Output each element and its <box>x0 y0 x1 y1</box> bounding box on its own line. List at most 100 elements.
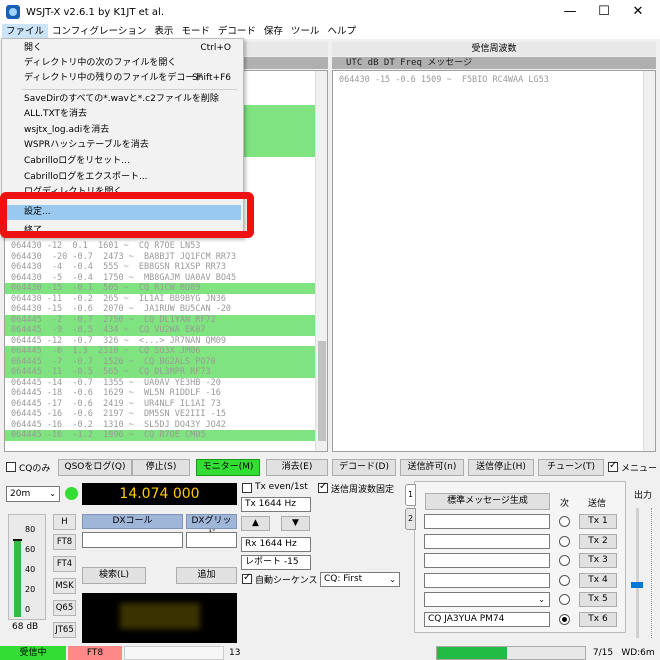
menu-help[interactable]: ヘルプ <box>323 24 360 39</box>
decode-row[interactable]: 064430 -15 -0.1 505 ~ CQ R1CW BO89 <box>5 283 327 294</box>
mode-button-q65[interactable]: Q65 <box>53 600 76 616</box>
decode-row[interactable]: 064430 -11 -0.2 265 ~ IL1AI BB9BYG JN36 <box>5 294 327 305</box>
rx-frequency-pane[interactable]: 064430 -15 -0.6 1509 ~ F5BIO RC4WAA LG53 <box>332 70 656 452</box>
progress-text: 7/15 <box>592 648 614 658</box>
menu-item-open[interactable]: 開く Ctrl+O <box>2 41 243 56</box>
band-activity-scrollbar[interactable] <box>315 71 327 451</box>
gen-std-msgs-button[interactable]: 標準メッセージ生成 <box>425 493 550 510</box>
mode-button-ft8[interactable]: FT8 <box>53 534 76 550</box>
menu-decode[interactable]: デコード <box>214 24 260 39</box>
decode-row[interactable]: 064430 -15 -0.6 2070 ~ JA1RUW BU5CAN -20 <box>5 304 327 315</box>
hold-tx-freq-checkbox[interactable] <box>318 481 328 493</box>
mode-button-msk[interactable]: MSK <box>53 578 76 594</box>
menu-item-erase-wspr-hash[interactable]: WSPRハッシュテーブルを消去 <box>2 138 243 153</box>
menus-checkbox[interactable] <box>608 460 618 472</box>
close-icon[interactable]: ✕ <box>620 0 656 24</box>
power-slider[interactable] <box>636 508 639 638</box>
tx4-message-input[interactable] <box>424 572 550 588</box>
tx1-next-radio[interactable] <box>559 516 570 527</box>
lookup-button[interactable]: 検索(L) <box>82 567 146 584</box>
tx2-button[interactable]: Tx 2 <box>579 533 617 549</box>
minimize-icon[interactable]: — <box>552 0 588 24</box>
menu-mode[interactable]: モード <box>177 24 214 39</box>
cq-only-checkbox[interactable] <box>6 462 16 472</box>
menu-save[interactable]: 保存 <box>260 24 287 39</box>
tx4-next-radio[interactable] <box>559 574 570 586</box>
power-slider-handle[interactable] <box>631 582 643 588</box>
decode-row[interactable]: 064430 -12 0.1 1601 ~ CQ R7OE LN53 <box>5 241 327 252</box>
tx3-next-radio[interactable] <box>559 555 570 566</box>
decode-row[interactable]: 064445 -11 -0.5 565 ~ CQ DL3MPR RF73 <box>5 367 327 378</box>
tx6-button[interactable]: Tx 6 <box>579 611 617 627</box>
tx-freq-spinbox[interactable]: Tx 1644 Hz <box>241 497 311 512</box>
tx4-button[interactable]: Tx 4 <box>579 572 617 588</box>
mode-button-jt65[interactable]: JT65 <box>53 622 76 638</box>
tx1-message-input[interactable] <box>424 514 550 529</box>
tx-to-rx-button[interactable]: ▲ <box>241 516 270 531</box>
menu-item-erase-all-txt[interactable]: ALL.TXTを消去 <box>2 107 243 122</box>
mode-button-h[interactable]: H <box>53 514 76 530</box>
decode-row[interactable]: 064445 -16 -0.6 2197 ~ DM5SN VE2III -15 <box>5 409 327 420</box>
tx5-next-radio[interactable] <box>559 594 570 605</box>
tx5-message-input[interactable]: ⌄ <box>424 592 550 607</box>
decode-row[interactable]: 064445 -14 -0.7 1355 ~ UA0AV YE3HB -20 <box>5 378 327 389</box>
tx5-button[interactable]: Tx 5 <box>579 592 617 607</box>
tx3-button[interactable]: Tx 3 <box>579 553 617 568</box>
decode-count: 13 <box>229 648 241 658</box>
report-spinbox[interactable]: レポート -15 <box>241 555 311 570</box>
decode-row[interactable]: 064445 -16 -1.2 1996 ~ CQ R7OE CM05 <box>5 430 327 441</box>
decode-row[interactable]: 064445 -2 -0.7 2750 ~ CQ DL1YAN RF72 <box>5 314 327 325</box>
tx-even-checkbox[interactable] <box>242 483 252 493</box>
tx6-next-radio[interactable] <box>559 613 570 625</box>
decode-row[interactable]: 064445 -17 -0.6 2419 ~ UR4NLF IL1AI 73 <box>5 399 327 410</box>
tx1-button[interactable]: Tx 1 <box>579 514 617 529</box>
decode-button[interactable]: デコード(D) <box>332 459 396 476</box>
tune-button[interactable]: チューン(T) <box>538 459 604 476</box>
rx-to-tx-button[interactable]: ▼ <box>281 516 310 531</box>
decode-row[interactable]: 064445 -7 -0.7 1526 ~ CQ BG2ALS PO70 <box>5 356 327 367</box>
mode-button-ft4[interactable]: FT4 <box>53 556 76 572</box>
tab-1[interactable]: 1 <box>405 484 416 506</box>
dx-call-label: DXコール <box>82 514 183 529</box>
decode-row[interactable]: 064445 -12 -0.7 326 ~ <...> JR7NAN QM09 <box>5 336 327 347</box>
menu-item-delete-wav[interactable]: SaveDirのすべての*.wavと*.c2ファイルを削除 <box>2 92 243 107</box>
decode-row[interactable]: 064430 -20 -0.7 2473 ~ BA8BJT JQ1FCM RR7… <box>5 252 327 263</box>
tx2-next-radio[interactable] <box>559 535 570 547</box>
monitor-button[interactable]: モニター(M) <box>196 459 260 476</box>
erase-button[interactable]: 消去(E) <box>266 459 328 476</box>
decode-row[interactable]: 064445 -18 -0.6 1629 ~ WL5N R1DDLF -16 <box>5 388 327 399</box>
maximize-icon[interactable]: ☐ <box>586 0 622 24</box>
decode-row[interactable]: 064445 -16 -0.2 1310 ~ SL5DJ DO43Y JO42 <box>5 420 327 431</box>
enable-tx-button[interactable]: 送信許可(n) <box>400 459 464 476</box>
add-button[interactable]: 追加 <box>176 567 237 584</box>
dx-grid-input[interactable] <box>186 532 237 548</box>
menu-item-decode-remaining[interactable]: ディレクトリ中の残りのファイルをデコード Shift+F6 <box>2 71 243 86</box>
rx-frequency-scrollbar[interactable] <box>643 71 655 451</box>
cq-mode-select[interactable]: CQ: First ⌄ <box>320 572 400 587</box>
decode-row[interactable]: 064445 -6 1.3 2310 ~ CQ SO3X JM06 <box>5 346 327 357</box>
menu-configuration[interactable]: コンフィグレーション <box>48 24 150 39</box>
rx-freq-spinbox[interactable]: Rx 1644 Hz <box>241 537 311 552</box>
decode-row[interactable]: 064445 -9 -0.5 434 ~ CQ VU2WA EK07 <box>5 325 327 336</box>
stop-button[interactable]: 停止(S) <box>132 459 190 476</box>
menu-file[interactable]: ファイル <box>2 24 49 39</box>
menu-item-reset-cabrillo[interactable]: Cabrilloログをリセット... <box>2 154 243 169</box>
dx-call-input[interactable] <box>82 532 183 548</box>
halt-tx-button[interactable]: 送信停止(H) <box>468 459 534 476</box>
tx3-message-input[interactable] <box>424 553 550 568</box>
decode-row[interactable]: 064430 -5 -0.4 1750 ~ MB8GAJM UA0AV BO45 <box>5 273 327 284</box>
status-message <box>124 646 224 660</box>
menu-item-open-next[interactable]: ディレクトリ中の次のファイルを開く <box>2 56 243 71</box>
decode-row[interactable]: 064430 -4 -0.4 555 ~ EB8GSN R1XSP RR73 <box>5 262 327 273</box>
menu-item-erase-log-adi[interactable]: wsjtx_log.adiを消去 <box>2 123 243 138</box>
tab-2[interactable]: 2 <box>405 508 416 530</box>
band-select[interactable]: 20m ⌄ <box>6 486 60 502</box>
menu-tools[interactable]: ツール <box>287 24 324 39</box>
menu-item-export-cabrillo[interactable]: Cabrilloログをエクスポート... <box>2 170 243 185</box>
menu-view[interactable]: 表示 <box>150 24 177 39</box>
tx2-message-input[interactable] <box>424 533 550 549</box>
tx6-message-input[interactable]: CQ JA3YUA PM74 <box>424 611 550 627</box>
log-qso-button[interactable]: QSOをログ(Q) <box>58 459 132 476</box>
app-logo-icon <box>6 5 20 19</box>
auto-seq-checkbox[interactable] <box>242 572 252 584</box>
